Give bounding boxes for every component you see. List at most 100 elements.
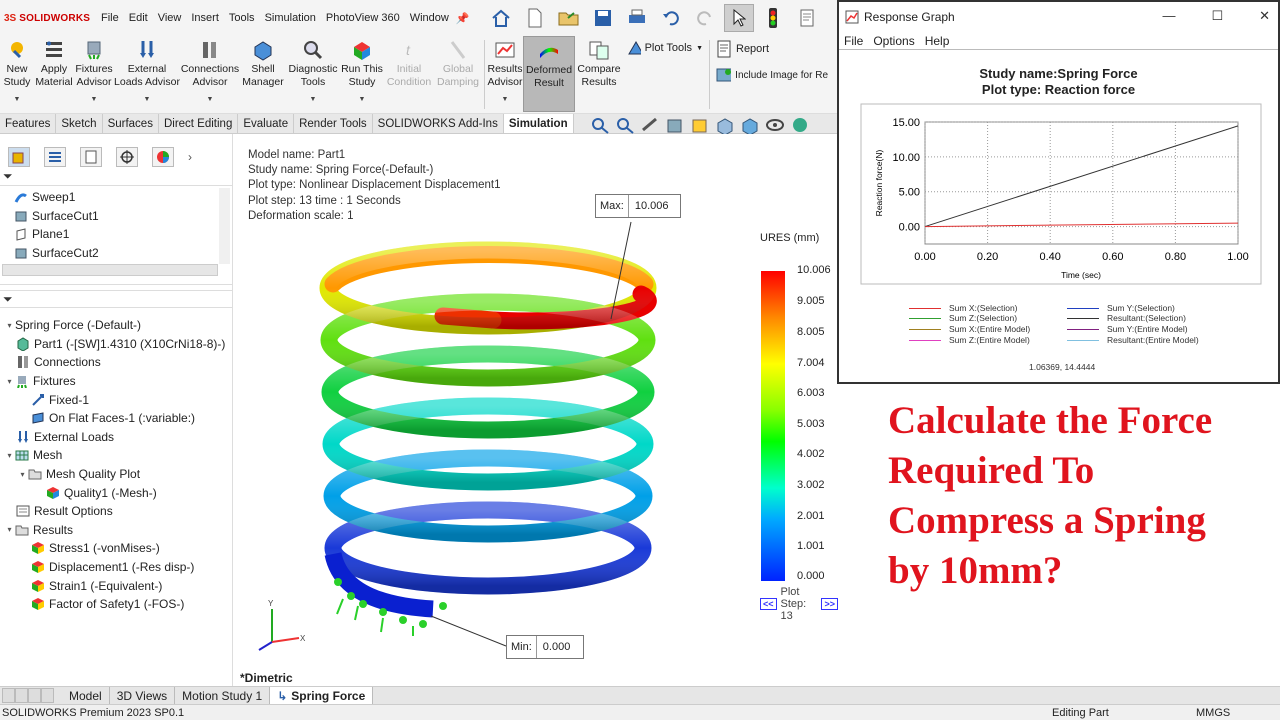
feature-manager-icon[interactable] bbox=[8, 147, 30, 167]
hide-show-items-icon[interactable] bbox=[765, 116, 785, 134]
shell-manager-button[interactable]: Shell Manager bbox=[240, 36, 286, 113]
menu-simulation[interactable]: Simulation bbox=[260, 12, 321, 24]
last-tab-button[interactable] bbox=[41, 688, 54, 703]
horizontal-scrollbar[interactable] bbox=[2, 264, 218, 276]
chevron-right-icon[interactable]: › bbox=[188, 150, 192, 164]
external-loads-advisor-button[interactable]: External Loads Advisor ▼ bbox=[114, 36, 180, 113]
redo-icon[interactable] bbox=[690, 4, 720, 32]
dynamic-annotation-icon[interactable] bbox=[690, 116, 710, 134]
zoom-to-area-icon[interactable] bbox=[615, 116, 635, 134]
tab-3d-views[interactable]: 3D Views bbox=[110, 687, 176, 704]
tree-item-flat-faces[interactable]: On Flat Faces-1 (:variable:) bbox=[0, 409, 232, 428]
file-properties-icon[interactable] bbox=[792, 4, 822, 32]
tree-item-surfacecut1[interactable]: SurfaceCut1 bbox=[14, 207, 232, 226]
select-pointer-icon[interactable] bbox=[723, 4, 754, 32]
zoom-to-fit-icon[interactable] bbox=[590, 116, 610, 134]
configuration-manager-icon[interactable] bbox=[80, 147, 102, 167]
menu-file[interactable]: File bbox=[844, 34, 863, 48]
tree-item-connections[interactable]: Connections bbox=[0, 353, 232, 372]
graphics-area[interactable]: Model name: Part1 Study name: Spring For… bbox=[233, 134, 838, 686]
previous-view-icon[interactable] bbox=[640, 116, 660, 134]
status-units[interactable]: MMGS bbox=[1196, 707, 1230, 719]
tree-item-strain[interactable]: Strain1 (-Equivalent-) bbox=[0, 576, 232, 595]
pin-icon[interactable]: 📌 bbox=[456, 12, 470, 25]
compare-results-button[interactable]: Compare Results bbox=[575, 36, 623, 113]
initial-condition-button[interactable]: t Initial Condition bbox=[384, 36, 434, 113]
fixtures-advisor-button[interactable]: Fixtures Advisor ▼ bbox=[74, 36, 114, 113]
property-manager-icon[interactable] bbox=[44, 147, 66, 167]
menu-window[interactable]: Window bbox=[405, 12, 454, 24]
new-study-button[interactable]: New Study ▼ bbox=[0, 36, 34, 113]
tree-item-plane1[interactable]: Plane1 bbox=[14, 225, 232, 244]
menu-photoview[interactable]: PhotoView 360 bbox=[321, 12, 405, 24]
deformed-result-button[interactable]: Deformed Result bbox=[523, 36, 575, 112]
reaction-force-chart[interactable]: 0.00 0.20 0.40 0.60 0.80 1.00 15.00 10.00 5.00 0… bbox=[839, 102, 1278, 302]
tree-item-quality1[interactable]: Quality1 (-Mesh-) bbox=[0, 483, 232, 502]
spring-model[interactable]: Y X bbox=[233, 134, 838, 686]
tree-item-results[interactable]: ▾ Results bbox=[0, 521, 232, 540]
tree-item-fos[interactable]: Factor of Safety1 (-FOS-) bbox=[0, 595, 232, 614]
menu-options[interactable]: Options bbox=[873, 34, 914, 48]
feature-tree-scrollbar[interactable] bbox=[219, 188, 230, 264]
run-study-button[interactable]: Run This Study ▼ bbox=[340, 36, 384, 113]
tree-item-sweep1[interactable]: Sweep1 bbox=[14, 188, 232, 207]
close-icon[interactable]: ✕ bbox=[1259, 8, 1270, 24]
open-icon[interactable] bbox=[554, 4, 584, 32]
rebuild-traffic-light-icon[interactable] bbox=[758, 4, 788, 32]
tree-item-mesh[interactable]: ▾ Mesh bbox=[0, 446, 232, 465]
minimize-icon[interactable]: — bbox=[1162, 8, 1175, 24]
undo-icon[interactable] bbox=[656, 4, 686, 32]
results-advisor-button[interactable]: Results Advisor ▼ bbox=[487, 36, 523, 113]
menu-tools[interactable]: Tools bbox=[224, 12, 260, 24]
menu-insert[interactable]: Insert bbox=[186, 12, 224, 24]
appearance-icon[interactable] bbox=[790, 116, 810, 134]
menu-file[interactable]: File bbox=[96, 12, 124, 24]
tree-item-external-loads[interactable]: External Loads bbox=[0, 428, 232, 447]
tree-item-displacement[interactable]: Displacement1 (-Res disp-) bbox=[0, 558, 232, 577]
tab-render-tools[interactable]: Render Tools bbox=[294, 114, 373, 133]
connections-advisor-button[interactable]: Connections Advisor ▼ bbox=[180, 36, 240, 113]
next-step-button[interactable]: >> bbox=[821, 598, 838, 610]
tree-item-part[interactable]: Part1 (-[SW]1.4310 (X10CrNi18-8)-) bbox=[0, 335, 232, 354]
previous-step-button[interactable]: << bbox=[760, 598, 777, 610]
tab-direct-editing[interactable]: Direct Editing bbox=[159, 114, 239, 133]
study-filter[interactable]: ⏷ bbox=[0, 290, 232, 308]
tree-item-fixed[interactable]: Fixed-1 bbox=[0, 390, 232, 409]
prev-tab-button[interactable] bbox=[15, 688, 28, 703]
new-document-icon[interactable] bbox=[520, 4, 550, 32]
print-icon[interactable] bbox=[622, 4, 652, 32]
menu-view[interactable]: View bbox=[153, 12, 187, 24]
color-legend-bar[interactable] bbox=[761, 271, 785, 581]
menu-help[interactable]: Help bbox=[925, 34, 950, 48]
tab-sketch[interactable]: Sketch bbox=[56, 114, 103, 133]
include-image-button[interactable]: Include Image for Re bbox=[716, 66, 828, 84]
tab-surfaces[interactable]: Surfaces bbox=[103, 114, 159, 133]
next-tab-button[interactable] bbox=[28, 688, 41, 703]
tab-spring-force[interactable]: ↳ Spring Force bbox=[270, 687, 374, 704]
dimxpert-manager-icon[interactable] bbox=[116, 147, 138, 167]
plot-tools-button[interactable]: Plot Tools ▼ bbox=[627, 40, 703, 56]
home-icon[interactable] bbox=[486, 4, 516, 32]
save-icon[interactable] bbox=[588, 4, 618, 32]
max-callout[interactable]: Max: 10.006 bbox=[595, 194, 681, 218]
tab-motion-study[interactable]: Motion Study 1 bbox=[175, 687, 271, 704]
min-callout[interactable]: Min: 0.000 bbox=[506, 635, 584, 659]
tree-item-stress[interactable]: Stress1 (-vonMises-) bbox=[0, 539, 232, 558]
maximize-icon[interactable]: ☐ bbox=[1211, 8, 1223, 24]
tree-item-result-options[interactable]: Result Options bbox=[0, 502, 232, 521]
tree-item-fixtures[interactable]: ▾ Fixtures bbox=[0, 372, 232, 391]
tree-item-mesh-quality-plot[interactable]: ▾ Mesh Quality Plot bbox=[0, 465, 232, 484]
diagnostic-tools-button[interactable]: Diagnostic Tools ▼ bbox=[286, 36, 340, 113]
tab-model[interactable]: Model bbox=[62, 687, 110, 704]
menu-edit[interactable]: Edit bbox=[124, 12, 153, 24]
tab-simulation[interactable]: Simulation bbox=[503, 114, 574, 133]
section-view-icon[interactable] bbox=[665, 116, 685, 134]
first-tab-button[interactable] bbox=[2, 688, 15, 703]
feature-filter[interactable]: ⏷ bbox=[0, 168, 232, 186]
view-orientation-icon[interactable] bbox=[715, 116, 735, 134]
apply-material-button[interactable]: Apply Material bbox=[34, 36, 74, 113]
tree-item-surfacecut2[interactable]: SurfaceCut2 bbox=[14, 244, 232, 263]
tree-item-study[interactable]: ▾ Spring Force (-Default-) bbox=[0, 316, 232, 335]
global-damping-button[interactable]: Global Damping bbox=[434, 36, 482, 113]
solidworks-logo[interactable]: 3S SOLIDWORKS bbox=[0, 13, 96, 24]
